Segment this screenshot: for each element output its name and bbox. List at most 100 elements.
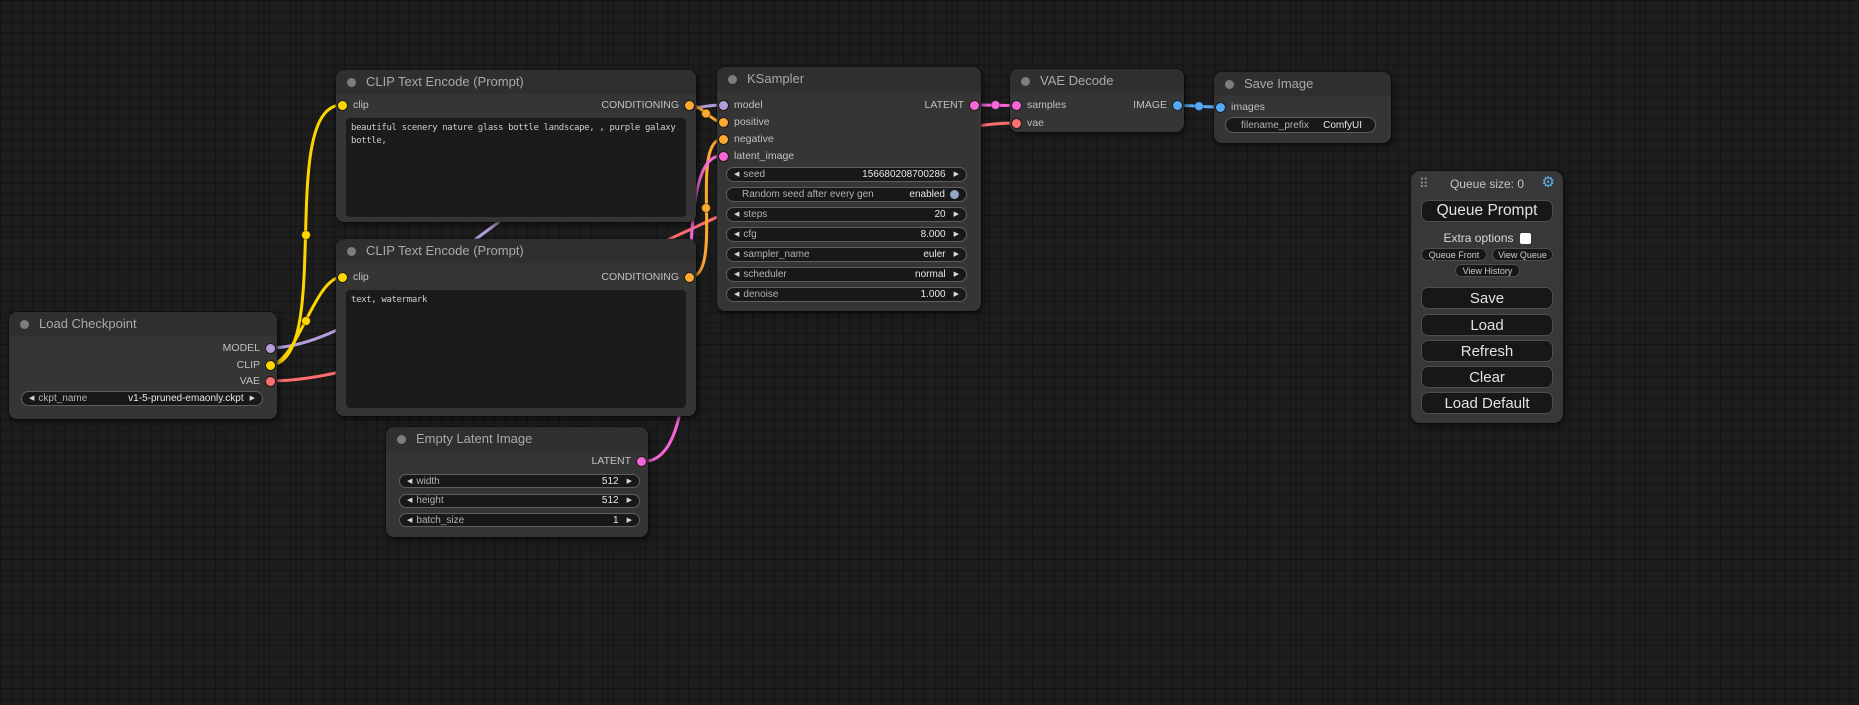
toggle-on-icon[interactable] [950,190,959,199]
clip-input-dot[interactable] [338,101,347,110]
random-seed-toggle-widget[interactable]: Random seed after every gen enabled [726,187,967,202]
collapse-dot-icon[interactable] [347,78,356,87]
stepper-left-icon[interactable]: ◀ [407,497,412,504]
node-graph-canvas[interactable]: Load Checkpoint MODEL CLIP VAE ◀ ckpt_na… [0,0,1859,705]
node-title[interactable]: CLIP Text Encode (Prompt) [336,70,696,94]
node-clip-text-encode-negative[interactable]: CLIP Text Encode (Prompt) clip CONDITION… [336,239,696,416]
collapse-dot-icon[interactable] [347,247,356,256]
clip-input-dot[interactable] [338,273,347,282]
load-button[interactable]: Load [1421,314,1553,336]
node-empty-latent-image[interactable]: Empty Latent Image LATENT ◀ width 512 ▶ … [386,427,648,537]
input-slot-positive: positive [717,115,770,129]
save-button[interactable]: Save [1421,287,1553,309]
stepper-left-icon[interactable]: ◀ [734,171,739,178]
wire-midpoint-dot [702,204,711,213]
stepper-right-icon[interactable]: ▶ [250,395,255,402]
wire-midpoint-dot [302,231,311,240]
refresh-button[interactable]: Refresh [1421,340,1553,362]
input-slot-clip: clip [336,270,369,284]
width-widget[interactable]: ◀ width 512 ▶ [399,474,640,488]
conditioning-output-dot[interactable] [685,101,694,110]
denoise-widget[interactable]: ◀ denoise 1.000 ▶ [726,287,967,302]
latent-output-dot[interactable] [637,457,646,466]
input-slot-negative: negative [717,132,774,146]
ckpt-name-widget[interactable]: ◀ ckpt_name v1-5-pruned-emaonly.ckpt ▶ [21,391,263,406]
stepper-left-icon[interactable]: ◀ [29,395,34,402]
view-history-button[interactable]: View History [1455,264,1520,277]
node-ksampler[interactable]: KSampler model positive negative latent_… [717,67,981,311]
stepper-right-icon[interactable]: ▶ [954,231,959,238]
prompt-textarea[interactable]: beautiful scenery nature glass bottle la… [346,118,686,217]
stepper-right-icon[interactable]: ▶ [627,497,632,504]
input-slot-model: model [717,98,763,112]
view-queue-button[interactable]: View Queue [1492,248,1553,261]
negative-input-dot[interactable] [719,135,728,144]
node-load-checkpoint[interactable]: Load Checkpoint MODEL CLIP VAE ◀ ckpt_na… [9,312,277,419]
samples-input-dot[interactable] [1012,101,1021,110]
node-save-image[interactable]: Save Image images filename_prefix ComfyU… [1214,72,1391,143]
wire-midpoint-dot [991,101,1000,110]
stepper-left-icon[interactable]: ◀ [407,517,412,524]
stepper-right-icon[interactable]: ▶ [954,251,959,258]
collapse-dot-icon[interactable] [728,75,737,84]
cfg-widget[interactable]: ◀ cfg 8.000 ▶ [726,227,967,242]
seed-widget[interactable]: ◀ seed 156680208700286 ▶ [726,167,967,182]
queue-prompt-button[interactable]: Queue Prompt [1421,200,1553,222]
batch-size-widget[interactable]: ◀ batch_size 1 ▶ [399,513,640,527]
model-input-dot[interactable] [719,101,728,110]
stepper-right-icon[interactable]: ▶ [627,517,632,524]
input-slot-vae: vae [1010,116,1044,130]
input-slot-images: images [1214,100,1265,114]
extra-options-checkbox[interactable] [1520,233,1531,244]
images-input-dot[interactable] [1216,103,1225,112]
scheduler-widget[interactable]: ◀ scheduler normal ▶ [726,267,967,282]
queue-menu-panel[interactable]: ⠿ Queue size: 0 ⚙ Queue Prompt Extra opt… [1411,171,1563,423]
prompt-textarea[interactable]: text, watermark [346,290,686,408]
stepper-right-icon[interactable]: ▶ [954,271,959,278]
stepper-right-icon[interactable]: ▶ [954,211,959,218]
settings-gear-icon[interactable]: ⚙ [1542,175,1555,190]
image-output-dot[interactable] [1173,101,1182,110]
output-slot-latent: LATENT [925,98,981,112]
node-clip-text-encode-positive[interactable]: CLIP Text Encode (Prompt) clip CONDITION… [336,70,696,222]
vae-input-dot[interactable] [1012,119,1021,128]
node-title[interactable]: VAE Decode [1010,69,1184,93]
stepper-left-icon[interactable]: ◀ [734,291,739,298]
load-default-button[interactable]: Load Default [1421,392,1553,414]
collapse-dot-icon[interactable] [397,435,406,444]
stepper-left-icon[interactable]: ◀ [734,251,739,258]
filename-prefix-widget[interactable]: filename_prefix ComfyUI [1225,117,1376,133]
node-title[interactable]: Load Checkpoint [9,312,277,336]
sampler-name-widget[interactable]: ◀ sampler_name euler ▶ [726,247,967,262]
model-output-dot[interactable] [266,344,275,353]
stepper-left-icon[interactable]: ◀ [734,271,739,278]
node-vae-decode[interactable]: VAE Decode samples vae IMAGE [1010,69,1184,132]
collapse-dot-icon[interactable] [1021,77,1030,86]
collapse-dot-icon[interactable] [1225,80,1234,89]
node-title[interactable]: Empty Latent Image [386,427,648,451]
stepper-left-icon[interactable]: ◀ [734,231,739,238]
conditioning-output-dot[interactable] [685,273,694,282]
wire-midpoint-dot [1195,102,1204,111]
queue-front-button[interactable]: Queue Front [1421,248,1487,261]
clear-button[interactable]: Clear [1421,366,1553,388]
node-title[interactable]: CLIP Text Encode (Prompt) [336,239,696,263]
clip-output-dot[interactable] [266,361,275,370]
stepper-left-icon[interactable]: ◀ [407,478,412,485]
input-slot-latent-image: latent_image [717,149,794,163]
stepper-left-icon[interactable]: ◀ [734,211,739,218]
vae-output-dot[interactable] [266,377,275,386]
stepper-right-icon[interactable]: ▶ [954,291,959,298]
stepper-right-icon[interactable]: ▶ [954,171,959,178]
wire-midpoint-dot [302,317,311,326]
latent-input-dot[interactable] [719,152,728,161]
collapse-dot-icon[interactable] [20,320,29,329]
height-widget[interactable]: ◀ height 512 ▶ [399,494,640,508]
node-title[interactable]: Save Image [1214,72,1391,96]
node-title[interactable]: KSampler [717,67,981,91]
stepper-right-icon[interactable]: ▶ [627,478,632,485]
positive-input-dot[interactable] [719,118,728,127]
steps-widget[interactable]: ◀ steps 20 ▶ [726,207,967,222]
latent-output-dot[interactable] [970,101,979,110]
queue-size-label: Queue size: 0 [1411,177,1563,191]
